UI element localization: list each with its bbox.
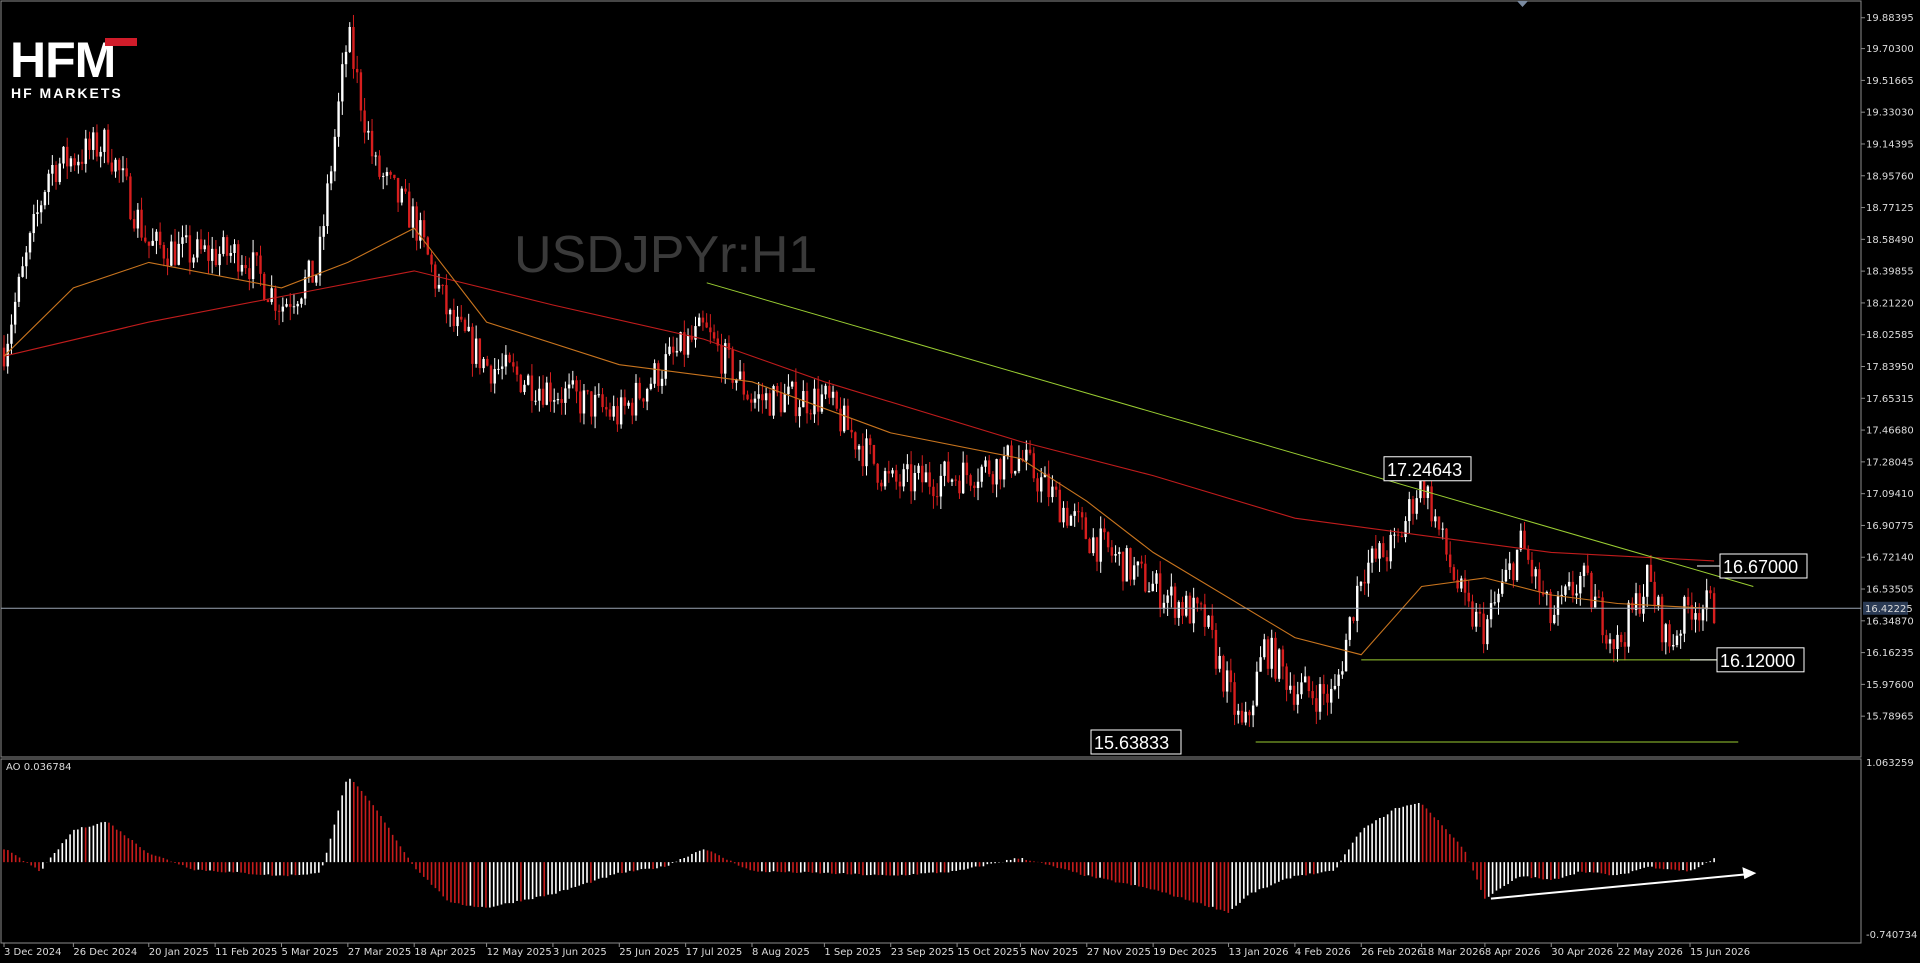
y-tick-label: 19.14395 bbox=[1866, 139, 1914, 150]
y-tick-label: 19.33030 bbox=[1866, 108, 1914, 119]
candle-bull bbox=[1069, 514, 1073, 526]
y-tick-label: 18.02585 bbox=[1866, 330, 1914, 341]
x-tick-label: 13 Jan 2026 bbox=[1229, 947, 1289, 958]
candle-bear bbox=[1590, 571, 1593, 613]
x-tick-label: 5 Mar 2025 bbox=[281, 947, 338, 958]
y-tick-label: 17.28045 bbox=[1866, 457, 1914, 468]
y-tick-label: 18.21220 bbox=[1866, 298, 1914, 309]
y-tick-label: 17.09410 bbox=[1866, 489, 1914, 500]
candle-bull bbox=[526, 373, 530, 386]
candle-bear bbox=[463, 317, 467, 333]
candle-bear bbox=[872, 444, 876, 466]
svg-text:17.24643: 17.24643 bbox=[1387, 460, 1462, 480]
callout-low: 15.63833 bbox=[1090, 729, 1182, 755]
candle-bear bbox=[263, 271, 266, 301]
candle-bull bbox=[1125, 545, 1128, 582]
x-tick-label: 15 Jun 2026 bbox=[1690, 947, 1750, 958]
candle-bull bbox=[1207, 615, 1210, 629]
y-tick-label: 15.97600 bbox=[1866, 680, 1914, 691]
callout-high: 17.24643 bbox=[1383, 456, 1472, 482]
x-tick-label: 27 Mar 2025 bbox=[348, 947, 411, 958]
x-tick-label: 3 Dec 2024 bbox=[4, 947, 62, 958]
x-tick-label: 15 Oct 2025 bbox=[957, 947, 1019, 958]
candle-bear bbox=[768, 389, 772, 416]
candle-bear bbox=[731, 346, 734, 389]
candle-bull bbox=[653, 359, 656, 388]
y-tick-label: 17.83950 bbox=[1866, 362, 1914, 373]
candle-bear bbox=[1222, 654, 1225, 698]
ao-axis-top: 1.063259 bbox=[1866, 758, 1914, 769]
y-tick-label: 18.39855 bbox=[1866, 267, 1914, 278]
candle-bear bbox=[129, 173, 132, 221]
x-tick-label: 18 Mar 2026 bbox=[1422, 947, 1485, 958]
ao-header: AO 0.036784 bbox=[6, 762, 71, 773]
logo-mark: HFM bbox=[10, 32, 115, 88]
x-tick-label: 18 Apr 2025 bbox=[414, 947, 476, 958]
candle-bear bbox=[835, 390, 838, 412]
x-tick-label: 5 Nov 2025 bbox=[1020, 947, 1078, 958]
x-tick-label: 11 Feb 2025 bbox=[215, 947, 277, 958]
candle-bear bbox=[1010, 440, 1013, 478]
candle-bull bbox=[1515, 549, 1519, 582]
x-tick-label: 19 Dec 2025 bbox=[1153, 947, 1217, 958]
y-tick-label: 19.70300 bbox=[1866, 44, 1914, 55]
x-tick-label: 3 Jun 2025 bbox=[553, 947, 607, 958]
logo-subtitle: HF MARKETS bbox=[11, 85, 123, 101]
y-tick-label: 18.95760 bbox=[1866, 171, 1914, 182]
x-tick-label: 12 May 2025 bbox=[487, 947, 552, 958]
y-tick-label: 16.16235 bbox=[1866, 648, 1914, 659]
y-tick-label: 18.77125 bbox=[1866, 203, 1914, 214]
y-tick-label: 17.65315 bbox=[1866, 394, 1914, 405]
y-tick-label: 16.34870 bbox=[1866, 616, 1914, 627]
x-tick-label: 8 Aug 2025 bbox=[752, 947, 810, 958]
svg-text:16.12000: 16.12000 bbox=[1720, 651, 1795, 671]
y-tick-label: 19.51665 bbox=[1866, 76, 1914, 87]
svg-text:16.42225: 16.42225 bbox=[1865, 604, 1913, 615]
current-price-marker: 16.42225 bbox=[1863, 601, 1913, 615]
x-tick-label: 25 Jun 2025 bbox=[619, 947, 679, 958]
chart-canvas: USDJPYr:H1 19.88395 19.70300 19.51665 19.33… bbox=[0, 0, 1920, 963]
y-tick-label: 17.46680 bbox=[1866, 426, 1914, 437]
candle-bull bbox=[679, 331, 682, 353]
x-tick-label: 22 May 2026 bbox=[1618, 947, 1683, 958]
y-tick-label: 19.88395 bbox=[1866, 13, 1914, 24]
y-tick-label: 16.72140 bbox=[1866, 553, 1914, 564]
candle-bear bbox=[311, 260, 314, 283]
candle-bear bbox=[1088, 537, 1091, 554]
candle-bear bbox=[519, 373, 522, 394]
x-tick-label: 23 Sep 2025 bbox=[891, 947, 954, 958]
candle-bear bbox=[1214, 623, 1218, 675]
x-tick-label: 1 Sep 2025 bbox=[824, 947, 881, 958]
y-tick-label: 15.78965 bbox=[1866, 712, 1914, 723]
y-tick-label: 16.90775 bbox=[1866, 521, 1914, 532]
y-tick-label: 16.53505 bbox=[1866, 585, 1914, 596]
x-tick-label: 30 Apr 2026 bbox=[1551, 947, 1613, 958]
x-tick-label: 26 Dec 2024 bbox=[73, 947, 137, 958]
svg-text:15.63833: 15.63833 bbox=[1094, 733, 1169, 753]
x-tick-label: 27 Nov 2025 bbox=[1087, 947, 1151, 958]
x-tick-label: 17 Jul 2025 bbox=[686, 947, 743, 958]
y-tick-label: 18.58490 bbox=[1866, 235, 1914, 246]
x-tick-label: 20 Jan 2025 bbox=[149, 947, 209, 958]
x-tick-label: 26 Feb 2026 bbox=[1361, 947, 1423, 958]
ao-axis-bottom: -0.740734 bbox=[1866, 930, 1917, 941]
candle-bear bbox=[1274, 632, 1277, 682]
x-tick-label: 4 Feb 2026 bbox=[1295, 947, 1351, 958]
svg-text:16.67000: 16.67000 bbox=[1723, 557, 1798, 577]
symbol-watermark: USDJPYr:H1 bbox=[514, 226, 817, 284]
x-tick-label: 8 Apr 2026 bbox=[1485, 947, 1540, 958]
candle-bear bbox=[106, 124, 110, 165]
candle-bull bbox=[1277, 648, 1281, 682]
